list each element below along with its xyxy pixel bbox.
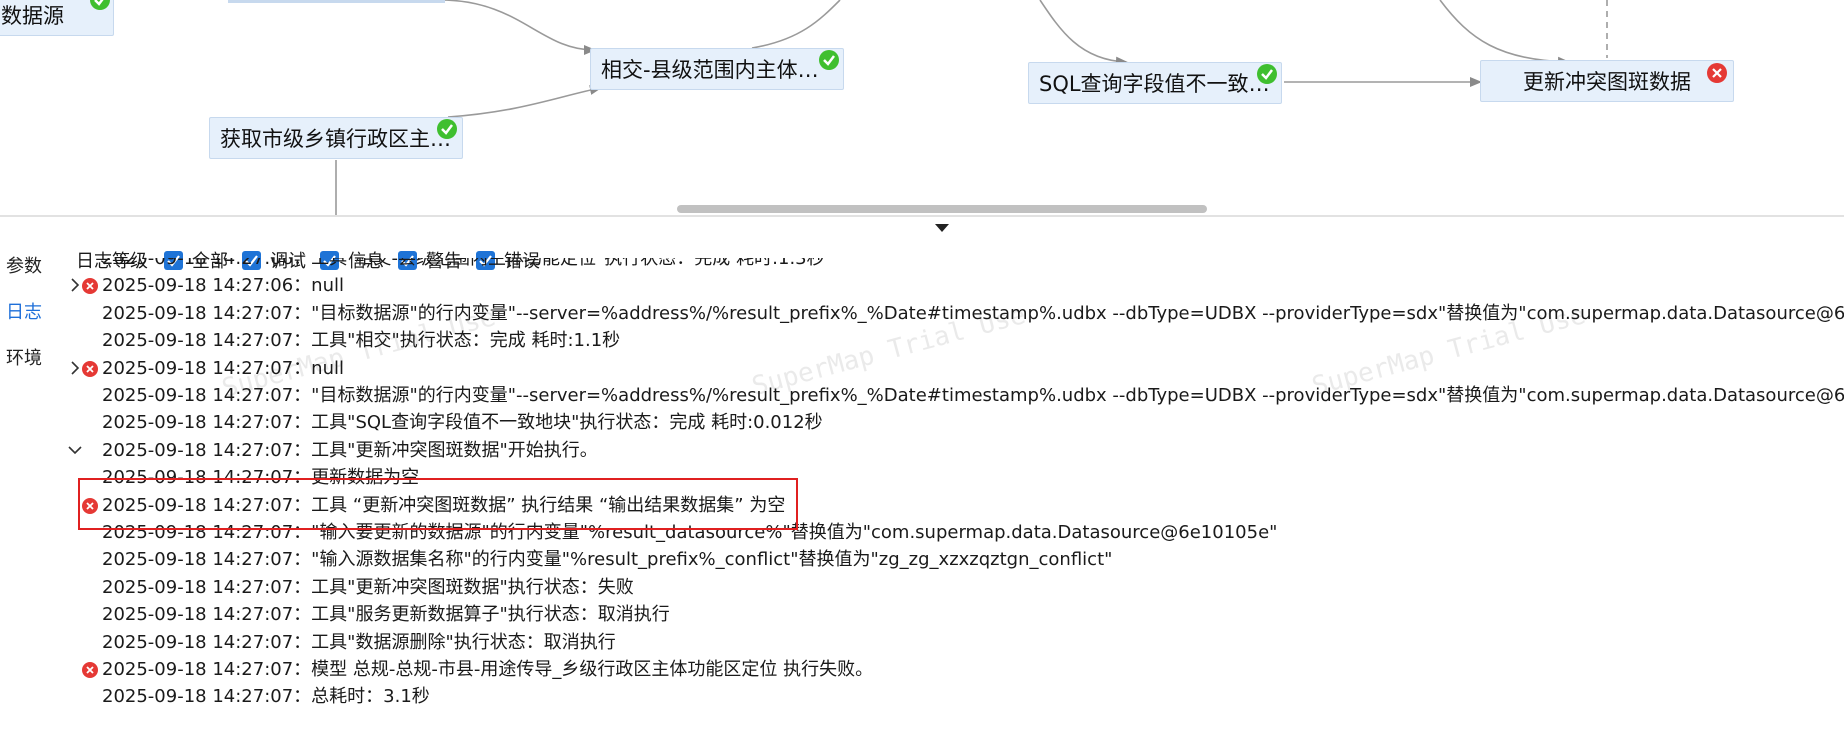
log-row-text: 2025-09-18 14:27:07：工具"SQL查询字段值不一致地块"执行状…	[102, 412, 823, 434]
log-row: 2025-09-18 14:27:07："输入源数据集名称"的行内变量"%res…	[68, 546, 1844, 573]
flow-node-label: 获取市级乡镇行政区主体...	[220, 127, 463, 151]
log-row: 2025-09-18 14:27:07：模型 总规-总规-市县-用途传导_乡级行…	[68, 656, 1844, 683]
highlight-box	[78, 478, 798, 530]
edge-intersect-out	[751, 0, 841, 49]
collapse-arrow-icon[interactable]	[935, 224, 949, 232]
log-row: 2025-09-18 14:27:07：总耗时：3.1秒	[68, 683, 1844, 710]
log-row-text: 2025-09-18 14:27:07："输入源数据集名称"的行内变量"%res…	[102, 549, 1113, 571]
edge-datasource-to-intersect	[439, 0, 596, 55]
edge-into-sql	[1039, 0, 1128, 67]
flow-canvas[interactable]: 数据源 相交-县级范围内主体功... 获取市级乡镇行政区主体... SQL查询字…	[0, 0, 1844, 215]
log-row: 2025-09-18 14:27:07：工具"数据源删除"执行状态：取消执行	[68, 629, 1844, 656]
log-row-text: 2025-09-18 14:27:07：工具"更新冲突图斑数据"执行状态：失败	[102, 576, 634, 598]
error-icon	[82, 360, 98, 377]
flow-node-label: SQL查询字段值不一致地块	[1039, 72, 1282, 96]
log-row-text: 2025-09-18 14:27:07：工具"服务更新数据算子"执行状态：取消执…	[102, 604, 670, 626]
chevron-down-icon[interactable]	[68, 437, 82, 464]
log-row[interactable]: 2025-09-18 14:27:07：工具"更新冲突图斑数据"开始执行。	[68, 437, 1844, 464]
tab-params[interactable]: 参数	[0, 244, 60, 290]
check-icon	[437, 119, 457, 139]
log-row-text: 2025-09-18 14:27:07："目标数据源"的行内变量"--serve…	[102, 385, 1844, 406]
flow-node-label: 相交-县级范围内主体功...	[601, 58, 839, 82]
chevron-right-icon[interactable]	[68, 272, 82, 299]
log-row-text: 2025-09-18 14:27:06：工具"相交-县级范围内主体功能定位"执行…	[102, 258, 825, 269]
log-row: 2025-09-18 14:27:07：工具"服务更新数据算子"执行状态：取消执…	[68, 601, 1844, 628]
log-row-text: 2025-09-18 14:27:07：模型 总规-总规-市县-用途传导_乡级行…	[102, 659, 874, 680]
check-icon	[819, 50, 839, 70]
chevron-right-icon[interactable]	[68, 355, 82, 382]
edge-township-to-intersect	[447, 85, 602, 118]
log-row[interactable]: 2025-09-18 14:27:07：null	[68, 355, 1844, 382]
log-row[interactable]: 2025-09-18 14:27:06：null	[68, 272, 1844, 299]
log-row-text: 2025-09-18 14:27:07：null	[102, 357, 344, 379]
flow-node-update-conflict[interactable]: 更新冲突图斑数据	[1480, 60, 1734, 102]
edge-into-update	[1439, 0, 1570, 67]
log-row-text: 2025-09-18 14:27:07：总耗时：3.1秒	[102, 686, 430, 708]
flow-node-township[interactable]: 获取市级乡镇行政区主体...	[209, 117, 463, 159]
log-row: 2025-09-18 14:27:07："目标数据源"的行内变量"--serve…	[68, 300, 1844, 327]
check-icon	[1257, 64, 1277, 84]
log-row-text: 2025-09-18 14:27:07：工具"数据源删除"执行状态：取消执行	[102, 631, 616, 653]
flow-node-sql-query[interactable]: SQL查询字段值不一致地块	[1028, 62, 1282, 104]
tab-log[interactable]: 日志	[0, 290, 60, 336]
tab-environment[interactable]: 环境	[0, 336, 60, 382]
log-row: 2025-09-18 14:27:07：工具"更新冲突图斑数据"执行状态：失败	[68, 574, 1844, 601]
error-icon	[1707, 63, 1727, 83]
check-icon	[90, 0, 110, 10]
flow-edges	[228, 0, 1608, 215]
panel-divider[interactable]	[0, 215, 1844, 217]
log-row-text: 2025-09-18 14:27:07："目标数据源"的行内变量"--serve…	[102, 302, 1844, 324]
horizontal-scrollbar[interactable]	[677, 205, 1207, 213]
log-row-text: 2025-09-18 14:27:07：工具"更新冲突图斑数据"开始执行。	[102, 439, 598, 461]
log-row-text: 2025-09-18 14:27:07：工具"相交"执行状态：完成 耗时:1.1…	[102, 330, 621, 352]
log-row: 2025-09-18 14:27:07：工具"SQL查询字段值不一致地块"执行状…	[68, 409, 1844, 436]
side-tabs: 参数 日志 环境	[0, 244, 60, 382]
flow-node-intersect[interactable]: 相交-县级范围内主体功...	[590, 48, 844, 90]
log-row: 2025-09-18 14:27:07："目标数据源"的行内变量"--serve…	[68, 382, 1844, 409]
error-icon	[82, 278, 98, 295]
log-row: 2025-09-18 14:27:06：工具"相交-县级范围内主体功能定位"执行…	[68, 258, 1844, 272]
flow-node-label: 数据源	[1, 4, 64, 28]
log-row: 2025-09-18 14:27:07：工具"相交"执行状态：完成 耗时:1.1…	[68, 327, 1844, 354]
log-row-text: 2025-09-18 14:27:06：null	[102, 275, 344, 297]
error-icon	[82, 662, 98, 678]
flow-node-label: 更新冲突图斑数据	[1523, 70, 1691, 94]
